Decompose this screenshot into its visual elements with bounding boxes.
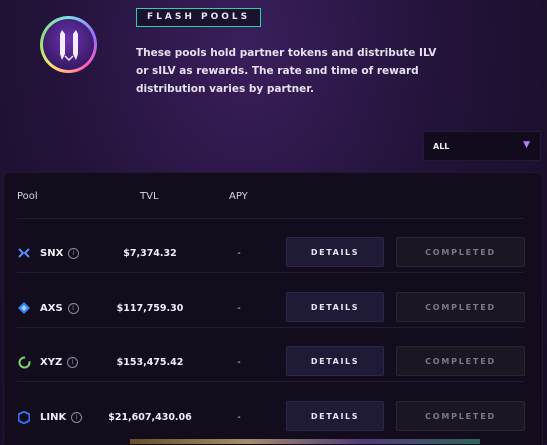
apy-value: - <box>237 248 241 259</box>
table-row: SNX i $7,374.32 - DETAILS COMPLETED <box>0 227 547 281</box>
pool-token-label: XYZ <box>40 356 63 368</box>
pool-token-label: AXS <box>40 302 63 314</box>
xyz-icon <box>17 355 31 369</box>
column-header-tvl: TVL <box>140 191 159 202</box>
completed-button[interactable]: COMPLETED <box>396 401 525 431</box>
axs-icon <box>17 301 31 315</box>
apy-value: - <box>237 412 241 423</box>
completed-button[interactable]: COMPLETED <box>396 346 525 376</box>
tvl-value: $21,607,430.06 <box>108 412 192 423</box>
table-row: XYZ i $153,475.42 - DETAILS COMPLETED <box>0 336 547 390</box>
info-icon[interactable]: i <box>67 302 79 314</box>
pool-name-cell: LINK i <box>17 410 83 424</box>
apy-value: - <box>237 303 241 314</box>
link-icon <box>17 410 31 424</box>
pool-filter-select[interactable]: ALL ▼ <box>423 131 541 161</box>
illuvium-logo <box>40 16 97 73</box>
pool-name-cell: AXS i <box>17 301 79 315</box>
snx-icon <box>17 246 31 260</box>
details-button[interactable]: DETAILS <box>286 401 384 431</box>
column-header-apy: APY <box>229 191 248 202</box>
tvl-value: $117,759.30 <box>116 303 184 314</box>
pool-name-cell: SNX i <box>17 246 80 260</box>
info-icon[interactable]: i <box>71 411 83 423</box>
apy-value: - <box>237 357 241 368</box>
completed-button[interactable]: COMPLETED <box>396 237 525 267</box>
table-row: LINK i $21,607,430.06 - DETAILS COMPLETE… <box>0 391 547 445</box>
pools-description: These pools hold partner tokens and dist… <box>136 47 437 95</box>
pool-filter-value: ALL <box>433 141 450 151</box>
details-button[interactable]: DETAILS <box>286 292 384 322</box>
flash-pools-badge: FLASH POOLS <box>136 8 262 27</box>
details-button[interactable]: DETAILS <box>286 346 384 376</box>
pool-name-cell: XYZ i <box>17 355 79 369</box>
pool-token-label: SNX <box>40 247 64 259</box>
column-header-pool: Pool <box>17 191 38 202</box>
info-icon[interactable]: i <box>67 356 79 368</box>
pool-token-label: LINK <box>40 411 67 423</box>
tvl-value: $7,374.32 <box>123 248 177 259</box>
table-row: AXS i $117,759.30 - DETAILS COMPLETED <box>0 282 547 336</box>
illuvium-glyph-icon <box>59 29 78 61</box>
details-button[interactable]: DETAILS <box>286 237 384 267</box>
tvl-value: $153,475.42 <box>116 357 184 368</box>
chevron-down-icon: ▼ <box>523 140 530 150</box>
row-divider <box>17 218 524 219</box>
info-icon[interactable]: i <box>68 247 80 259</box>
completed-button[interactable]: COMPLETED <box>396 292 525 322</box>
bottom-decoration <box>130 439 480 444</box>
